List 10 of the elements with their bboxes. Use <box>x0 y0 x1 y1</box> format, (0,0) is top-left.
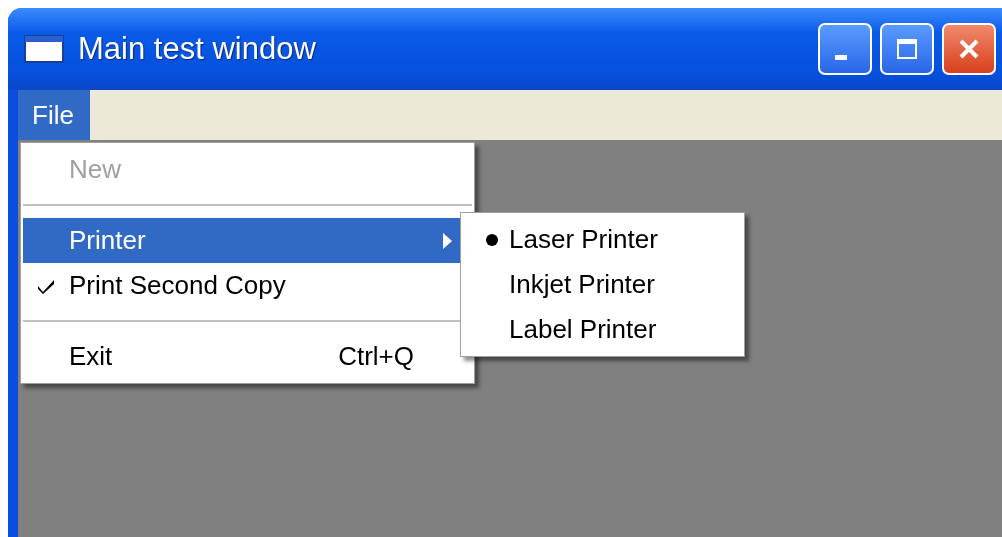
window-icon <box>24 35 64 63</box>
minimize-button[interactable] <box>818 23 872 75</box>
minimize-icon <box>835 54 847 60</box>
menu-item[interactable]: Inkjet Printer <box>463 262 742 307</box>
maximize-icon <box>895 37 919 61</box>
menu-bar-item[interactable]: File <box>18 90 90 140</box>
window-title: Main test window <box>78 31 316 67</box>
close-button[interactable] <box>942 23 996 75</box>
menu-item[interactable]: Label Printer <box>463 307 742 352</box>
maximize-button[interactable] <box>880 23 934 75</box>
